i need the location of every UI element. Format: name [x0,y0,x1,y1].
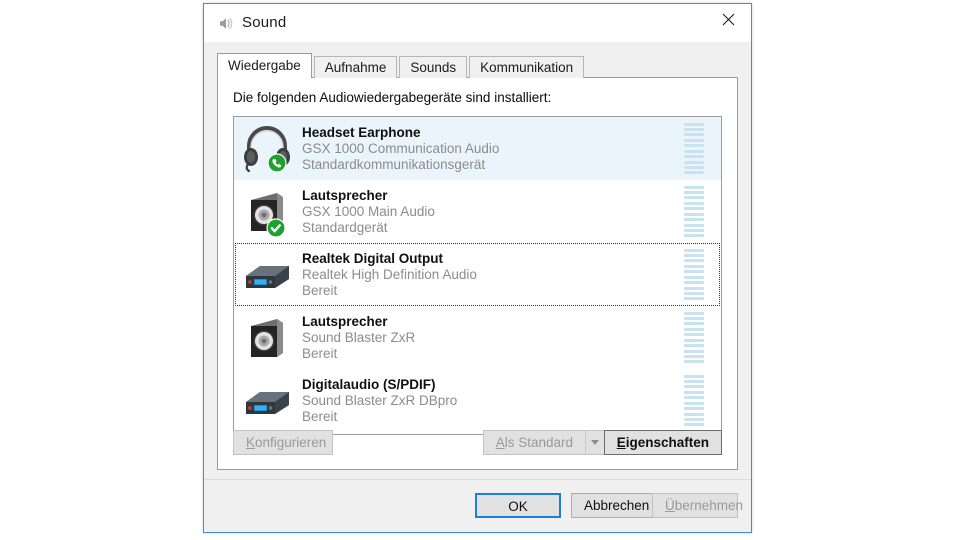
volume-meter [677,248,711,301]
chevron-down-icon [591,440,599,445]
device-name: Digitalaudio (S/PDIF) [302,377,436,392]
device-description: GSX 1000 Main Audio [302,204,435,219]
list-item[interactable]: Lautsprecher Sound Blaster ZxR Bereit [234,306,721,369]
list-item[interactable]: Digitalaudio (S/PDIF) Sound Blaster ZxR … [234,369,721,432]
dialog-body: Wiedergabe Aufnahme Sounds Kommunikation… [204,42,751,480]
set-default-dropdown-button[interactable] [585,430,605,455]
configure-button-label-rest: onfigurieren [255,435,327,450]
panel-hint: Die folgenden Audiowiedergabegeräte sind… [233,90,552,105]
window-title: Sound [242,14,287,31]
headset-icon [234,121,300,177]
cancel-button[interactable]: Abbrechen [571,493,657,518]
device-name: Lautsprecher [302,188,388,203]
tab-sounds[interactable]: Sounds [399,56,468,78]
set-default-split-button[interactable]: Als Standard [482,430,605,455]
configure-button[interactable]: Konfigurieren [233,430,333,455]
device-name: Headset Earphone [302,125,421,140]
device-state: Bereit [302,346,338,361]
screen: Sound Wiedergabe Aufnahme Sounds Kommuni… [0,0,960,540]
device-text: Digitalaudio (S/PDIF) Sound Blaster ZxR … [300,376,677,425]
tab-panel-wiedergabe: Die folgenden Audiowiedergabegeräte sind… [217,77,738,470]
sound-dialog-window: Sound Wiedergabe Aufnahme Sounds Kommuni… [203,3,752,533]
digital-output-icon [234,373,300,429]
device-description: Realtek High Definition Audio [302,267,477,282]
apply-button-label-rest: bernehmen [674,498,744,513]
device-name: Realtek Digital Output [302,251,444,266]
device-description: Sound Blaster ZxR [302,330,416,345]
dialog-footer: OK Abbrechen Übernehmen [204,479,751,532]
volume-meter [677,185,711,238]
device-text: Lautsprecher Sound Blaster ZxR Bereit [300,313,677,362]
list-item[interactable]: Lautsprecher GSX 1000 Main Audio Standar… [234,180,721,243]
speaker-box-icon [234,310,300,366]
volume-meter [677,374,711,427]
device-description: Sound Blaster ZxR DBpro [302,393,458,408]
title-bar: Sound [204,4,751,42]
ok-button[interactable]: OK [475,493,561,518]
device-name: Lautsprecher [302,314,388,329]
device-description: GSX 1000 Communication Audio [302,141,500,156]
device-text: Lautsprecher GSX 1000 Main Audio Standar… [300,187,677,236]
speaker-box-icon [234,184,300,240]
volume-meter [677,122,711,175]
list-item[interactable]: Realtek Digital Output Realtek High Defi… [234,243,721,306]
list-item[interactable]: Headset Earphone GSX 1000 Communication … [234,117,721,180]
tab-wiedergabe[interactable]: Wiedergabe [217,53,312,78]
properties-button-label-rest: igenschaften [625,435,709,450]
device-state: Bereit [302,409,338,424]
volume-meter [677,311,711,364]
device-text: Realtek Digital Output Realtek High Defi… [300,250,677,299]
speaker-icon [217,15,234,32]
digital-output-icon [234,247,300,303]
tab-strip: Wiedergabe Aufnahme Sounds Kommunikation [217,53,586,78]
properties-button[interactable]: Eigenschaften [603,430,722,455]
apply-button[interactable]: Übernehmen [652,493,743,518]
device-state: Standardgerät [302,220,388,235]
device-list[interactable]: Headset Earphone GSX 1000 Communication … [233,116,722,435]
tab-kommunikation[interactable]: Kommunikation [469,56,585,78]
set-default-button-label-rest: ls Standard [504,435,573,450]
device-state: Standardkommunikationsgerät [302,157,486,172]
tab-aufnahme[interactable]: Aufnahme [313,56,398,78]
close-icon[interactable] [705,4,751,35]
set-default-button[interactable]: Als Standard [482,430,585,455]
device-text: Headset Earphone GSX 1000 Communication … [300,124,677,173]
action-button-row: Konfigurieren Als Standard Eigenschaften [233,430,722,455]
device-state: Bereit [302,283,338,298]
